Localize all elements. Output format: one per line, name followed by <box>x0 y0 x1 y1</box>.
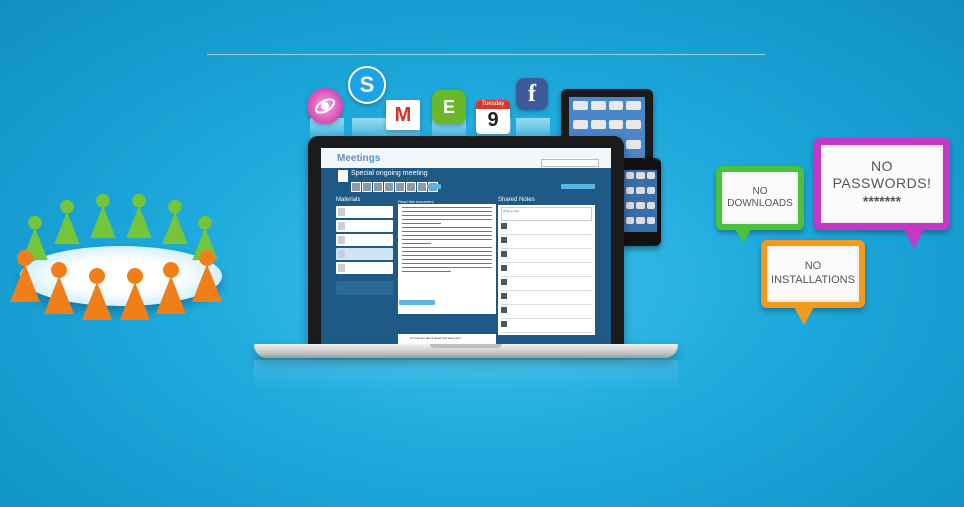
shared-notes-panel: Write a note... <box>498 205 595 335</box>
person-figure <box>156 262 186 314</box>
material-item[interactable] <box>336 206 393 218</box>
upload-drop-area[interactable] <box>336 281 393 295</box>
top-divider-line <box>207 54 765 55</box>
materials-header: Materials <box>336 197 361 203</box>
no-installations-text: NO INSTALLATIONS <box>767 246 859 302</box>
skype-icon: S <box>348 66 386 104</box>
no-passwords-text: NO PASSWORDS! <box>832 157 932 192</box>
meeting-calendar-icon <box>338 170 348 182</box>
person-figure <box>10 250 40 302</box>
person-figure <box>162 199 188 245</box>
settings-button[interactable] <box>561 184 595 189</box>
material-item[interactable] <box>336 234 393 246</box>
note-input[interactable]: Write a note... <box>501 207 592 221</box>
calendar-day: 9 <box>487 109 499 131</box>
person-figure <box>126 193 152 239</box>
meeting-title: Special ongoing meeting <box>351 170 428 177</box>
participant-avatars <box>351 182 438 192</box>
document-viewer <box>398 204 496 314</box>
person-figure <box>192 250 222 302</box>
invite-button[interactable] <box>427 184 441 189</box>
leave-comment-label: Leave a comment <box>399 309 431 314</box>
gmail-icon: M <box>386 100 420 130</box>
download-button[interactable] <box>399 300 435 305</box>
comment-item: A comment about Read this document <box>398 334 496 344</box>
person-figure <box>54 199 80 245</box>
person-figure <box>120 268 150 320</box>
material-item[interactable] <box>336 248 393 260</box>
calendar-icon: Tuesday 9 <box>476 100 510 134</box>
calendar-month: Tuesday <box>476 100 510 109</box>
no-downloads-text: NO DOWNLOADS <box>722 172 798 224</box>
phone-device <box>620 158 661 246</box>
browser-app-icon <box>307 88 343 124</box>
person-figure <box>44 262 74 314</box>
quick-menu-select[interactable] <box>541 159 599 167</box>
password-mask: ******* <box>862 192 902 209</box>
laptop-notch <box>430 344 502 348</box>
person-figure <box>82 268 112 320</box>
laptop-screen: Meetings Special ongoing meeting Materia… <box>321 148 611 344</box>
material-item[interactable] <box>336 262 393 274</box>
no-downloads-bubble: NO DOWNLOADS <box>716 166 804 230</box>
facebook-icon: f <box>516 78 548 110</box>
no-installations-bubble: NO INSTALLATIONS <box>761 240 865 308</box>
no-passwords-bubble: NO PASSWORDS! ******* <box>814 138 950 230</box>
person-figure <box>90 193 116 239</box>
shared-notes-header: Shared Notes <box>498 197 535 203</box>
material-item[interactable] <box>336 220 393 232</box>
app-logo: Meetings <box>337 153 381 164</box>
evernote-icon: E <box>432 90 466 124</box>
app-header: Meetings <box>321 148 611 168</box>
